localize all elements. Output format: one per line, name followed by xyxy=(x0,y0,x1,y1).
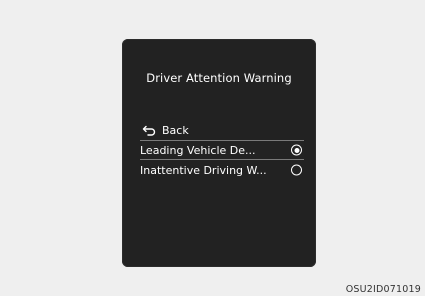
back-label: Back xyxy=(162,123,189,137)
cluster-display: Driver Attention Warning Back Leading Ve… xyxy=(122,39,316,267)
settings-menu: Back Leading Vehicle De... Inattentive D… xyxy=(140,120,304,180)
screen-title: Driver Attention Warning xyxy=(146,71,292,85)
radio-selected-icon[interactable] xyxy=(291,144,302,156)
back-arrow-icon xyxy=(142,123,156,137)
menu-item-leading-vehicle[interactable]: Leading Vehicle De... xyxy=(140,140,304,160)
radio-unselected-icon[interactable] xyxy=(291,164,302,176)
menu-item-label: Inattentive Driving W... xyxy=(140,163,267,177)
back-button[interactable]: Back xyxy=(140,120,304,140)
menu-item-inattentive-driving[interactable]: Inattentive Driving W... xyxy=(140,160,304,180)
menu-item-label: Leading Vehicle De... xyxy=(140,143,256,157)
figure-code: OSU2ID071019 xyxy=(345,284,421,295)
